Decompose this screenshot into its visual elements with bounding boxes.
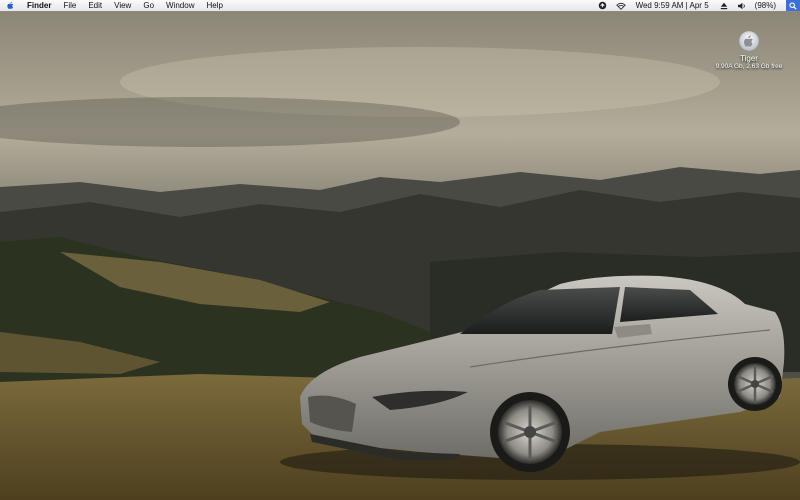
menu-help[interactable]: Help: [200, 0, 228, 11]
apple-menu-icon[interactable]: [6, 1, 15, 10]
wifi-icon[interactable]: [615, 1, 626, 10]
volume-icon[interactable]: [737, 1, 747, 10]
menu-view[interactable]: View: [108, 0, 137, 11]
menu-window[interactable]: Window: [160, 0, 200, 11]
eject-icon[interactable]: [719, 1, 729, 10]
hard-drive-desktop-icon[interactable]: Tiger 9.90A Gb, 2.63 Gb free: [704, 30, 794, 70]
battery-status[interactable]: (98%): [751, 1, 780, 10]
drive-info-label: 9.90A Gb, 2.63 Gb free: [715, 63, 783, 70]
spotlight-icon[interactable]: [786, 0, 800, 11]
status-area: Wed 9:59 AM | Apr 5 (98%): [594, 0, 800, 11]
menu-edit[interactable]: Edit: [82, 0, 108, 11]
menu-go[interactable]: Go: [137, 0, 160, 11]
menu-finder[interactable]: Finder: [23, 0, 57, 11]
drive-name-label: Tiger: [740, 54, 758, 63]
sync-icon[interactable]: [598, 1, 608, 10]
menu-file[interactable]: File: [57, 0, 82, 11]
desktop-wallpaper: [0, 12, 800, 500]
desktop[interactable]: Tiger 9.90A Gb, 2.63 Gb free: [0, 12, 800, 500]
menu-bar: Finder File Edit View Go Window Help Wed…: [0, 0, 800, 12]
apple-drive-icon: [738, 30, 760, 52]
menu-clock[interactable]: Wed 9:59 AM | Apr 5: [630, 1, 715, 10]
